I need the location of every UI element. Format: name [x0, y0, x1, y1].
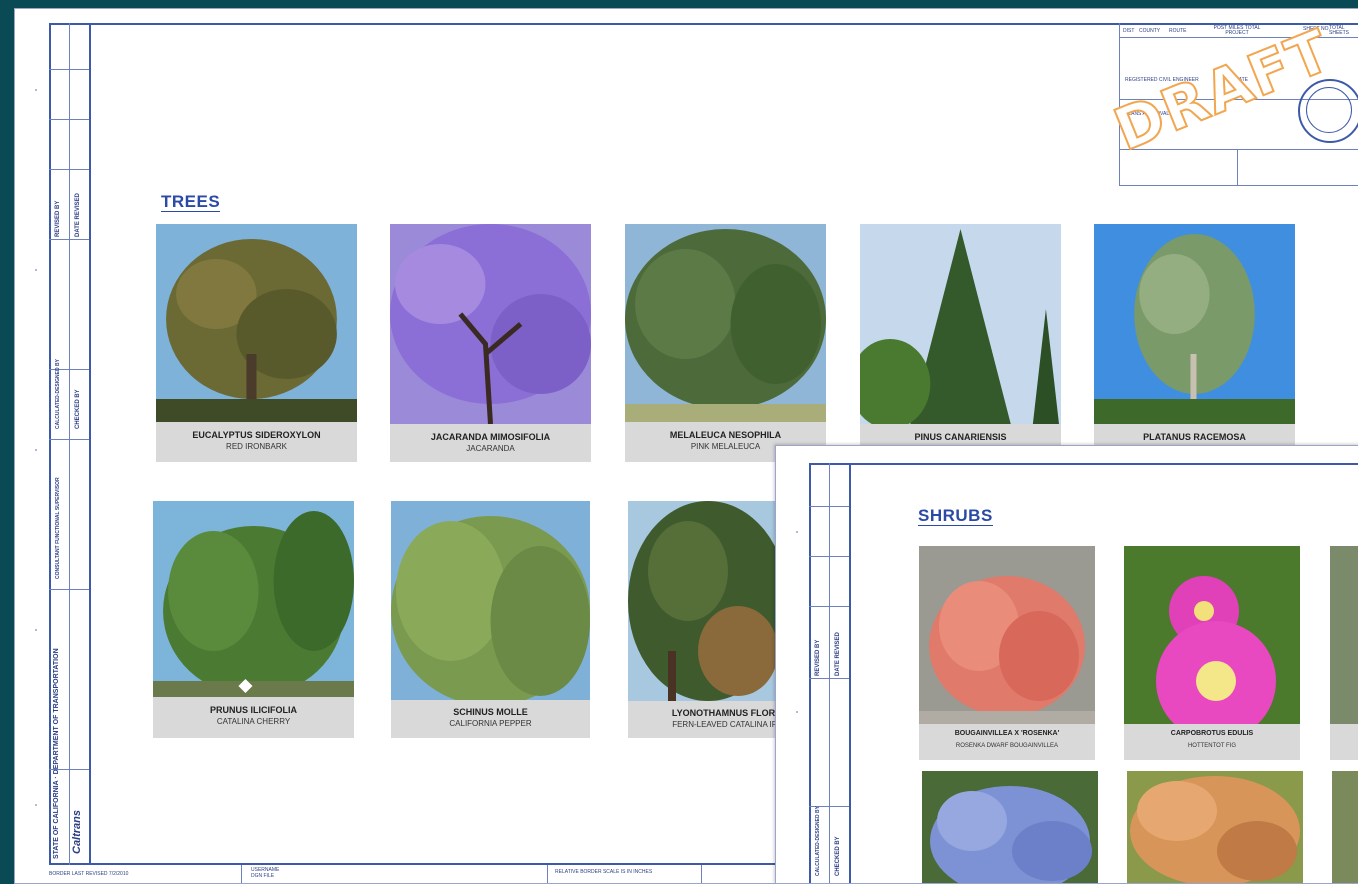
- footer-relative-scale: RELATIVE BORDER SCALE IS IN INCHES: [555, 869, 653, 875]
- plant-photo: [625, 224, 826, 422]
- title-header-dist: DIST: [1123, 28, 1135, 34]
- plant-common-name: HOTTENTOT FIG: [1187, 743, 1237, 749]
- title-header-county: COUNTY: [1139, 28, 1161, 34]
- section-title-shrubs: SHRUBS: [918, 506, 993, 526]
- plant-scientific-name: EUCALYPTUS SIDEROXYLON: [192, 430, 321, 440]
- caltrans-logo: Caltrans: [71, 809, 83, 854]
- plant-scientific-name: JACARANDA MIMOSIFOLIA: [430, 432, 551, 442]
- sidebar-agency: STATE OF CALIFORNIA · DEPARTMENT OF TRAN…: [53, 648, 60, 859]
- sidebar-checked-by: CHECKED BY: [835, 836, 841, 876]
- sidebar-checked-by: CHECKED BY: [75, 389, 81, 429]
- title-header-route: ROUTE: [1169, 28, 1187, 34]
- plant-photo: [156, 224, 357, 422]
- sidebar-calculated: CALCULATED-DESIGNED BY: [815, 806, 821, 876]
- footer-border-revised: BORDER LAST REVISED 7/2/2010: [49, 871, 129, 877]
- plant-card: [1127, 771, 1303, 883]
- plant-common-name: ROSENKA DWARF BOUGAINVILLEA: [955, 743, 1059, 749]
- plant-card: JACARANDA MIMOSIFOLIA JACARANDA: [390, 224, 591, 462]
- plant-photo: [1330, 546, 1358, 724]
- plant-photo: [153, 501, 354, 697]
- plant-photo: [1127, 771, 1303, 883]
- plant-scientific-name: PLATANUS RACEMOSA: [1143, 432, 1246, 442]
- plant-card: [1332, 771, 1358, 883]
- plant-photo: [919, 546, 1095, 724]
- title-header-postmiles: POST MILES TOTAL PROJECT: [1213, 25, 1261, 36]
- footer-dgn-file: DGN FILE: [251, 873, 275, 879]
- plant-card: PLATANUS RACEMOSA: [1094, 224, 1295, 462]
- plant-photo: [390, 224, 591, 424]
- plant-scientific-name: PRUNUS ILICIFOLIA: [210, 705, 297, 715]
- sheet-top-border: [49, 23, 1358, 25]
- plant-common-name: RED IRONBARK: [226, 442, 287, 451]
- sidebar-revised-by: REVISED BY: [815, 639, 821, 676]
- plant-card: PINUS CANARIENSIS: [860, 224, 1061, 462]
- plant-card: [922, 771, 1098, 883]
- plant-scientific-name: BOUGAINVILLEA X 'ROSENKA': [954, 730, 1060, 737]
- section-title-trees: TREES: [161, 192, 221, 212]
- plant-common-name: CATALINA CHERRY: [216, 717, 291, 726]
- plan-sheet-shrubs: REVISED BY DATE REVISED CALCULATED-DESIG…: [775, 445, 1358, 884]
- plant-photo: [1332, 771, 1358, 883]
- plant-scientific-name: PINUS CANARIENSIS: [914, 432, 1007, 442]
- plant-card: CARPOBROTUS EDULIS HOTTENTOT FIG: [1124, 546, 1300, 760]
- draft-stamp: DRAFT: [1104, 15, 1342, 165]
- plant-card: [1330, 546, 1358, 760]
- sidebar-date-revised: DATE REVISED: [75, 193, 81, 237]
- sidebar-consultant: CONSULTANT FUNCTIONAL SUPERVISOR: [55, 477, 61, 579]
- plant-photo: [1124, 546, 1300, 724]
- plant-card: BOUGAINVILLEA X 'ROSENKA' ROSENKA DWARF …: [919, 546, 1095, 760]
- plant-photo: [860, 224, 1061, 424]
- plant-card: MELALEUCA NESOPHILA PINK MELALEUCA: [625, 224, 826, 462]
- plant-photo: [1094, 224, 1295, 424]
- plant-common-name: JACARANDA: [466, 444, 515, 453]
- plant-common-name: CALIFORNIA PEPPER: [449, 719, 532, 728]
- plant-scientific-name: CARPOBROTUS EDULIS: [1170, 730, 1254, 737]
- plant-photo: [922, 771, 1098, 883]
- sidebar-date-revised: DATE REVISED: [835, 632, 841, 676]
- plant-card: EUCALYPTUS SIDEROXYLON RED IRONBARK: [156, 224, 357, 462]
- sidebar-revised-by: REVISED BY: [55, 200, 61, 237]
- sidebar-border: [89, 23, 91, 865]
- plant-card: SCHINUS MOLLE CALIFORNIA PEPPER: [391, 501, 590, 738]
- sidebar-calculated: CALCULATED-DESIGNED BY: [55, 359, 61, 429]
- plant-card: PRUNUS ILICIFOLIA CATALINA CHERRY: [153, 501, 354, 738]
- title-header-total: TOTAL SHEETS: [1329, 25, 1350, 36]
- plant-photo: [391, 501, 590, 700]
- plant-scientific-name: MELALEUCA NESOPHILA: [669, 430, 782, 440]
- plant-scientific-name: SCHINUS MOLLE: [453, 707, 528, 717]
- sheet-left-border: [49, 23, 51, 865]
